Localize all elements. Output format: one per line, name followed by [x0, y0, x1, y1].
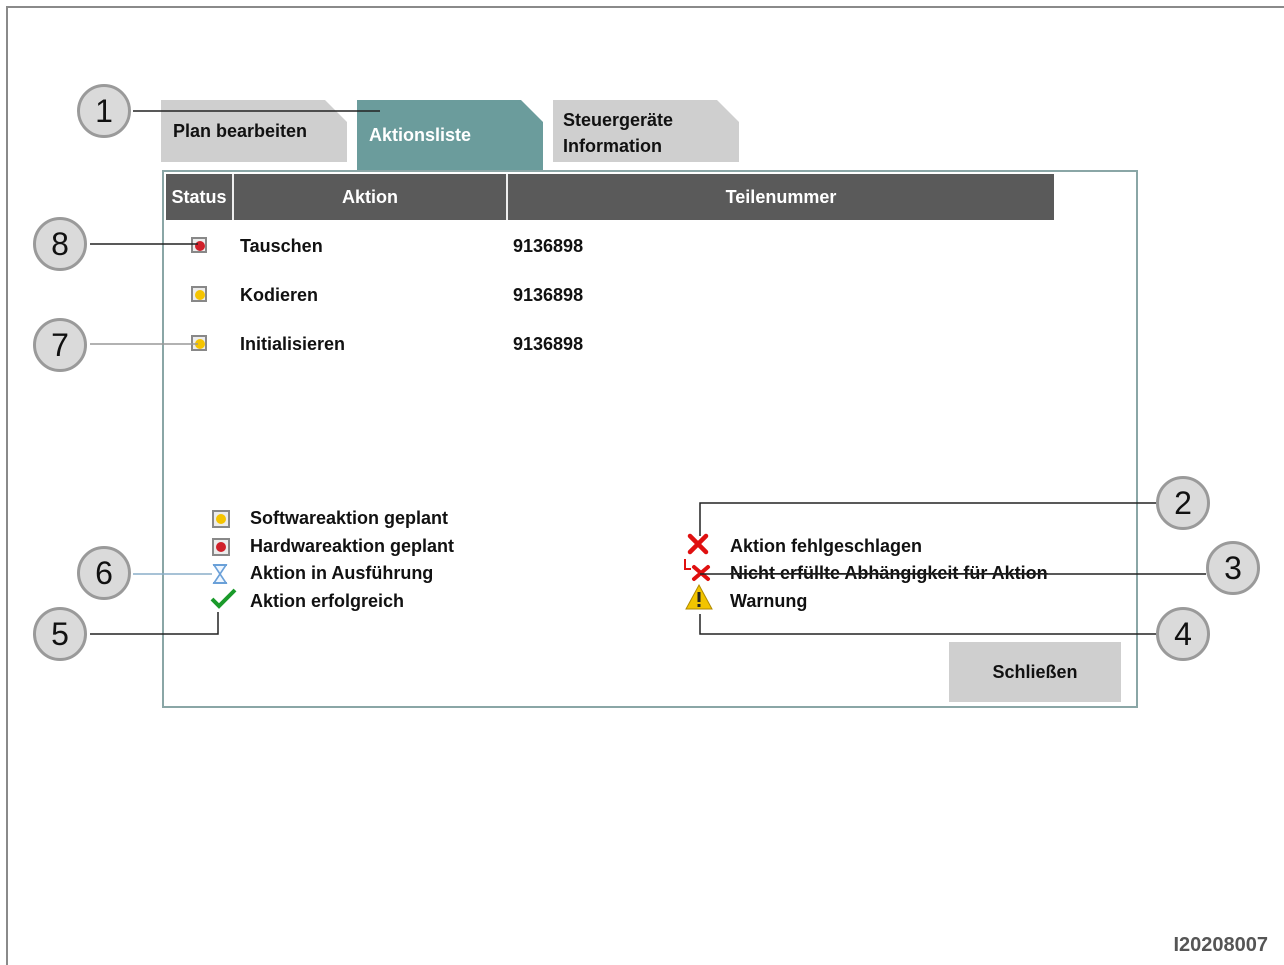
- callout-2: 2: [1156, 476, 1210, 530]
- document-id: I20208007: [1173, 934, 1268, 956]
- callout-1: 1: [77, 84, 131, 138]
- callout-6: 6: [77, 546, 131, 600]
- callout-4: 4: [1156, 607, 1210, 661]
- callout-leader-lines: [90, 110, 1206, 635]
- callout-5: 5: [33, 607, 87, 661]
- callout-7: 7: [33, 318, 87, 372]
- callout-3: 3: [1206, 541, 1260, 595]
- callout-8: 8: [33, 217, 87, 271]
